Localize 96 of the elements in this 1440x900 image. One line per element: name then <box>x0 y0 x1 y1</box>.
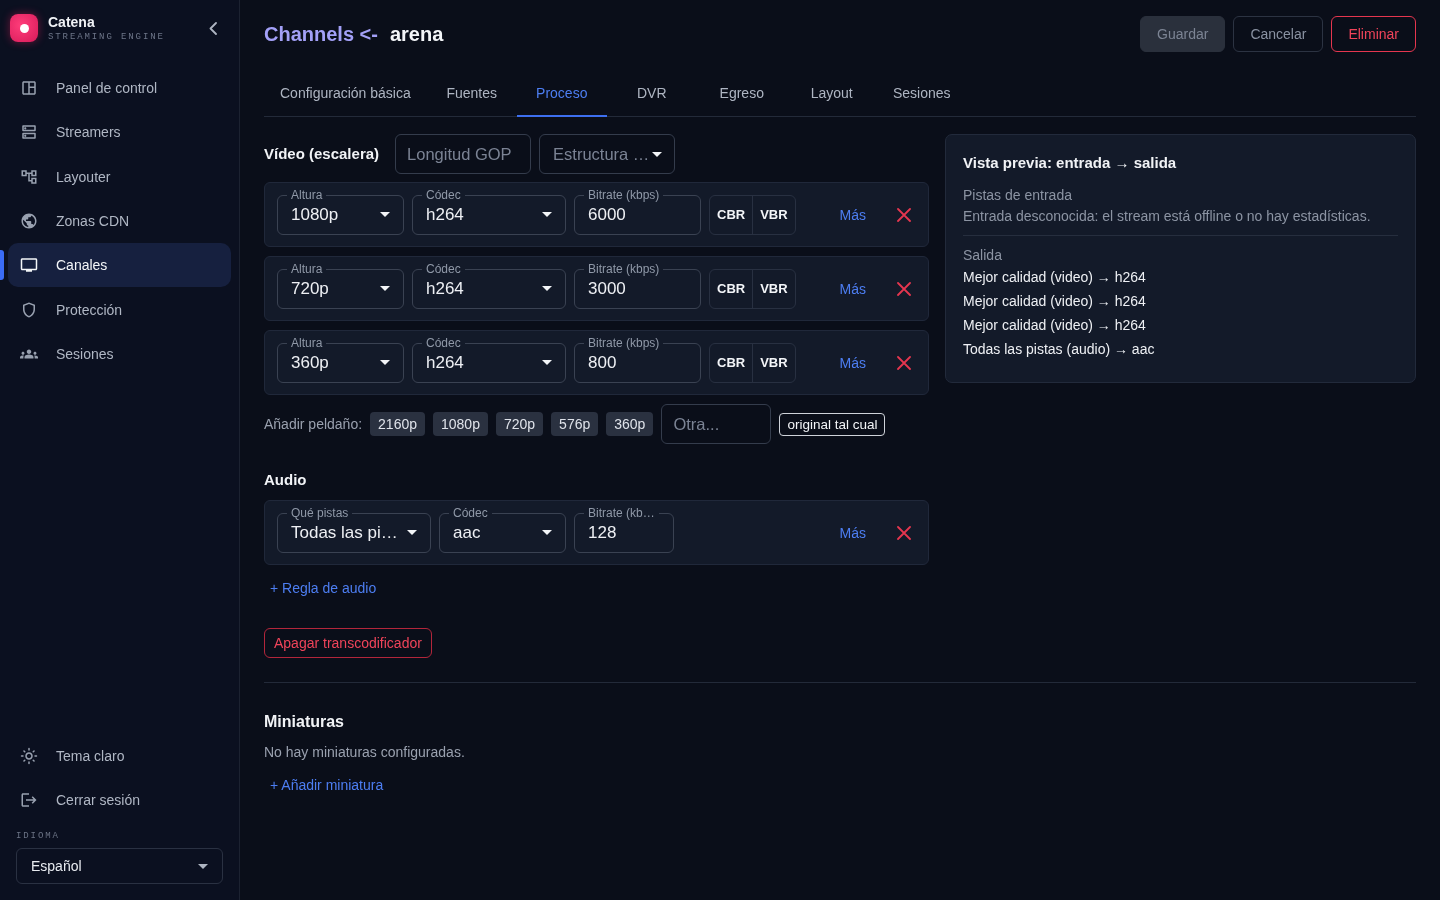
field-label: Bitrate (kbps) <box>584 187 664 202</box>
mode-button[interactable]: CBR <box>710 195 753 234</box>
mode-button[interactable]: VBR <box>752 269 795 308</box>
field-label: Códec <box>422 261 465 276</box>
preset-chip[interactable]: 720p <box>495 412 544 436</box>
language-label: IDIOMA <box>16 831 60 842</box>
tab[interactable]: Sesiones <box>876 70 967 117</box>
section-title: Miniaturas <box>264 712 344 732</box>
caret-icon <box>380 212 390 217</box>
field-label: Qué pistas <box>287 505 353 520</box>
field-label: Códec <box>422 335 465 350</box>
mode-button[interactable]: VBR <box>752 195 795 234</box>
caret-icon <box>542 286 552 291</box>
delete-button[interactable]: Eliminar <box>1331 16 1416 52</box>
tab[interactable]: Configuración básica <box>264 70 427 117</box>
caret-icon <box>380 286 390 291</box>
original-chip[interactable]: original tal cual <box>779 412 886 436</box>
globe-icon <box>20 212 38 231</box>
preset-chip[interactable]: 2160p <box>370 412 425 436</box>
field-label: Altura <box>287 261 327 276</box>
caret-icon <box>652 151 663 157</box>
caret-icon <box>380 360 390 365</box>
server-icon <box>20 123 38 142</box>
section-title: Audio <box>264 471 307 489</box>
mode-button[interactable]: VBR <box>752 343 795 382</box>
stop-transcoder-button[interactable]: Apagar transcodificador <box>264 628 432 658</box>
close-icon[interactable] <box>897 281 911 296</box>
nav-item[interactable]: Canales <box>8 243 231 288</box>
field-label: Códec <box>422 187 465 202</box>
nav-item[interactable]: Zonas CDN <box>8 199 231 244</box>
dashboard-icon <box>20 79 38 98</box>
output-line: Mejor calidad (video) → h264 <box>963 292 1146 311</box>
nav-item[interactable]: Layouter <box>8 154 231 199</box>
more-link[interactable]: Más <box>839 206 866 223</box>
tab[interactable]: Proceso <box>516 70 607 117</box>
gop-input[interactable]: Longitud GOP <box>395 134 532 174</box>
output-line: Mejor calidad (video) → h264 <box>963 316 1146 335</box>
more-link[interactable]: Más <box>839 280 866 297</box>
logout-icon <box>20 790 38 809</box>
preview-text: Entrada desconocida: el stream está offline o no hay estadísticas. <box>963 207 1371 226</box>
add-thumbnail-link[interactable]: + Añadir miniatura <box>270 776 384 794</box>
close-icon[interactable] <box>897 525 911 540</box>
shield-icon <box>20 300 38 319</box>
caret-icon <box>407 530 417 535</box>
preset-chip[interactable]: 576p <box>551 412 599 436</box>
brand-tagline: STREAMING ENGINE <box>48 31 165 43</box>
output-line: Mejor calidad (video) → h264 <box>963 268 1146 287</box>
caret-icon <box>542 212 552 217</box>
caret-icon <box>542 360 552 365</box>
field-label: Códec <box>449 505 492 520</box>
preview-title: Vista previa: entrada → salida <box>963 154 1177 172</box>
section-title: Vídeo (escalera) <box>264 145 380 163</box>
tab[interactable]: Fuentes <box>426 70 517 117</box>
brand-name: Catena <box>48 13 96 30</box>
breadcrumb-link[interactable]: Channels <- <box>264 22 378 46</box>
nav-item[interactable]: Panel de control <box>8 66 231 111</box>
close-icon[interactable] <box>897 207 911 222</box>
nav-item[interactable]: Tema claro <box>8 733 231 778</box>
nav-item[interactable]: Sesiones <box>8 331 231 376</box>
tree-icon <box>20 167 38 186</box>
tab[interactable]: DVR <box>606 70 697 117</box>
more-link[interactable]: Más <box>839 524 866 541</box>
more-link[interactable]: Más <box>839 354 866 371</box>
field-label: Bitrate (kb… <box>584 505 659 520</box>
page-title: arena <box>389 22 444 46</box>
monitor-icon <box>20 256 38 275</box>
selection-bar <box>0 250 4 281</box>
structure-select[interactable]: Estructura … <box>539 134 676 174</box>
logo-icon <box>10 14 38 42</box>
preset-chip[interactable]: 1080p <box>433 412 488 436</box>
nav-item[interactable]: Cerrar sesión <box>8 777 231 822</box>
preset-chip[interactable]: 360p <box>606 412 654 436</box>
language-select[interactable]: Español <box>16 848 223 884</box>
output-line: Todas las pistas (audio) → aac <box>963 340 1155 359</box>
custom-height-input[interactable]: Otra... <box>661 404 772 444</box>
add-audio-rule-link[interactable]: + Regla de audio <box>270 579 377 597</box>
add-rung-label: Añadir peldaño: <box>264 416 363 432</box>
empty-message: No hay miniaturas configuradas. <box>264 743 465 761</box>
caret-icon <box>198 863 208 869</box>
cancel-button[interactable]: Cancelar <box>1233 16 1324 52</box>
preview-subtitle: Salida <box>963 246 1002 265</box>
caret-icon <box>542 530 552 535</box>
field-label: Altura <box>287 187 327 202</box>
field-label: Bitrate (kbps) <box>584 261 664 276</box>
mode-button[interactable]: CBR <box>710 343 753 382</box>
sun-icon <box>20 746 38 765</box>
tab[interactable]: Egreso <box>696 70 787 117</box>
preview-subtitle: Pistas de entrada <box>963 186 1072 205</box>
nav-item[interactable]: Protección <box>8 287 231 332</box>
close-icon[interactable] <box>897 355 911 370</box>
field-label: Bitrate (kbps) <box>584 335 664 350</box>
mode-button[interactable]: CBR <box>710 269 753 308</box>
field-label: Altura <box>287 335 327 350</box>
tab[interactable]: Layout <box>786 70 877 117</box>
chevron-left-icon[interactable] <box>209 21 217 35</box>
nav-item[interactable]: Streamers <box>8 110 231 155</box>
